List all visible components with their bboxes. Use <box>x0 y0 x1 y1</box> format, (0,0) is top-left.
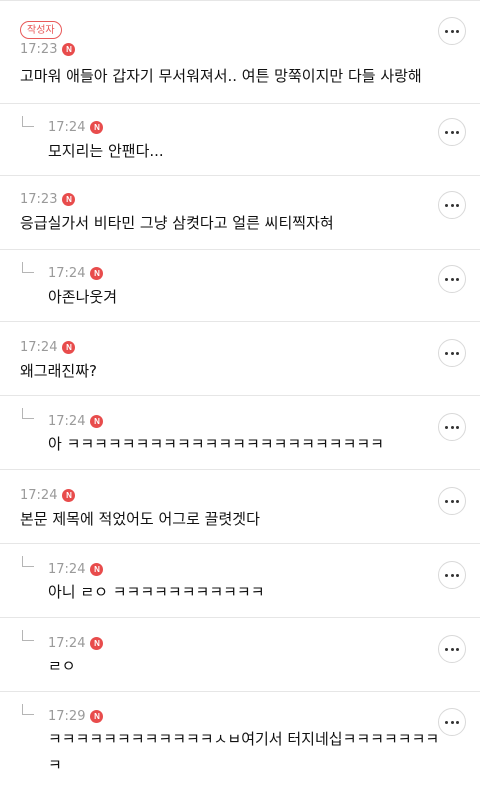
new-badge-icon: N <box>90 121 104 134</box>
comment-item: 17:23 N 응급실가서 비타민 그냥 삼켯다고 얼른 씨티찍자혀 <box>0 176 480 250</box>
comment-reply-item: 17:24 N ㄹㅇ <box>0 618 480 692</box>
more-dots-icon <box>445 425 459 429</box>
comment-time: 17:24 <box>48 414 86 429</box>
comment-text: 왜그래진짜? <box>20 362 97 380</box>
more-dots-icon <box>445 499 459 503</box>
comment-reply-item: 17:24 N 아니 ㄹㅇ ㅋㅋㅋㅋㅋㅋㅋㅋㅋㅋㅋ <box>0 544 480 618</box>
more-options-button[interactable] <box>438 413 466 441</box>
more-options-button[interactable] <box>438 339 466 367</box>
comment-reply-item: 17:24 N 아 ㅋㅋㅋㅋㅋㅋㅋㅋㅋㅋㅋㅋㅋㅋㅋㅋㅋㅋㅋㅋㅋㅋㅋ <box>0 396 480 470</box>
comment-text: 고마워 애들아 갑자기 무서워져서.. 여튼 망쭉이지만 다들 사랑해 <box>20 67 422 85</box>
more-dots-icon <box>445 130 459 134</box>
comment-reply-item: 17:24 N 모지리는 안팬다... <box>0 104 480 176</box>
new-badge-icon: N <box>62 489 76 502</box>
comment-time: 17:24 <box>48 562 86 577</box>
comment-text: 아니 ㄹㅇ ㅋㅋㅋㅋㅋㅋㅋㅋㅋㅋㅋ <box>48 583 265 601</box>
new-badge-icon: N <box>62 341 76 354</box>
new-badge-icon: N <box>90 415 104 428</box>
new-badge-icon: N <box>62 193 76 206</box>
comment-reply-item: 17:29 N ㅋㅋㅋㅋㅋㅋㅋㅋㅋㅋㅋㅋㅅㅂ여기서 터지네십ㅋㅋㅋㅋㅋㅋㅋ ㅋ <box>0 692 480 786</box>
reply-arrow-icon <box>22 630 34 641</box>
comment-time: 17:24 <box>48 266 86 281</box>
more-options-button[interactable] <box>438 561 466 589</box>
more-options-button[interactable] <box>438 635 466 663</box>
comment-item: 17:24 N 왜그래진짜? <box>0 322 480 396</box>
more-options-button[interactable] <box>438 708 466 736</box>
new-badge-icon: N <box>90 267 104 280</box>
reply-arrow-icon <box>22 116 34 127</box>
comment-text: 모지리는 안팬다... <box>48 142 164 160</box>
reply-arrow-icon <box>22 556 34 567</box>
new-badge-icon: N <box>62 43 76 56</box>
more-options-button[interactable] <box>438 265 466 293</box>
comment-text: 아 ㅋㅋㅋㅋㅋㅋㅋㅋㅋㅋㅋㅋㅋㅋㅋㅋㅋㅋㅋㅋㅋㅋㅋ <box>48 435 384 453</box>
more-dots-icon <box>445 351 459 355</box>
more-dots-icon <box>445 720 459 724</box>
author-badge: 작성자 <box>20 21 62 39</box>
comment-item: 작성자 17:23 N 고마워 애들아 갑자기 무서워져서.. 여튼 망쭉이지만… <box>0 0 480 104</box>
reply-arrow-icon <box>22 262 34 273</box>
comment-text: 응급실가서 비타민 그냥 삼켯다고 얼른 씨티찍자혀 <box>20 214 334 232</box>
new-badge-icon: N <box>90 563 104 576</box>
more-options-button[interactable] <box>438 191 466 219</box>
comment-text: ㅋㅋㅋㅋㅋㅋㅋㅋㅋㅋㅋㅋㅅㅂ여기서 터지네십ㅋㅋㅋㅋㅋㅋㅋ ㅋ <box>48 730 440 774</box>
new-badge-icon: N <box>90 637 104 650</box>
comment-time: 17:23 <box>20 42 58 57</box>
comment-item: 17:24 N 본문 제목에 적었어도 어그로 끌렷겟다 <box>0 470 480 544</box>
new-badge-icon: N <box>90 710 104 723</box>
more-options-button[interactable] <box>438 118 466 146</box>
more-dots-icon <box>445 277 459 281</box>
more-dots-icon <box>445 29 459 33</box>
comment-text: ㄹㅇ <box>48 657 76 675</box>
more-options-button[interactable] <box>438 487 466 515</box>
more-options-button[interactable] <box>438 17 466 45</box>
comment-time: 17:24 <box>20 340 58 355</box>
reply-arrow-icon <box>22 408 34 419</box>
comment-reply-item: 17:24 N 아존나웃겨 <box>0 250 480 322</box>
more-dots-icon <box>445 203 459 207</box>
comment-time: 17:24 <box>48 636 86 651</box>
comment-time: 17:23 <box>20 192 58 207</box>
comment-time: 17:24 <box>20 488 58 503</box>
comment-time: 17:29 <box>48 709 86 724</box>
comment-time: 17:24 <box>48 120 86 135</box>
comment-text: 본문 제목에 적었어도 어그로 끌렷겟다 <box>20 510 260 528</box>
more-dots-icon <box>445 573 459 577</box>
reply-arrow-icon <box>22 704 34 715</box>
more-dots-icon <box>445 647 459 651</box>
comment-text: 아존나웃겨 <box>48 288 118 306</box>
